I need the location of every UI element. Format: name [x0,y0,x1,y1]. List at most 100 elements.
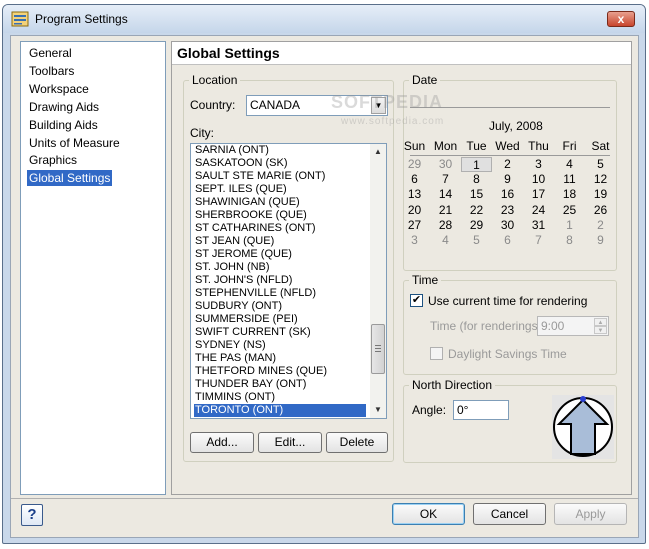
city-list-item[interactable]: TIMMINS (ONT) [194,391,366,404]
city-list-item[interactable]: SARNIA (ONT) [194,144,366,157]
city-list-item[interactable]: SHAWINIGAN (QUE) [194,196,366,209]
time-for-renderings-label: Time (for renderings): [430,319,545,333]
calendar-day[interactable]: 6 [492,233,523,248]
calendar-day[interactable]: 31 [523,218,554,233]
calendar-day[interactable]: 22 [461,203,492,218]
program-settings-window: Program Settings x General Toolbars Work… [2,4,646,544]
calendar-day[interactable]: 11 [554,172,585,187]
city-list[interactable]: SARNIA (ONT) SASKATOON (SK) SAULT STE MARI… [190,143,387,419]
calendar-day[interactable]: 30 [492,218,523,233]
city-list-item[interactable]: ST. JOHN (NB) [194,261,366,274]
nav-item-workspace[interactable]: Workspace [27,81,91,97]
city-list-item[interactable]: SEPT. ILES (QUE) [194,183,366,196]
nav-item-building-aids[interactable]: Building Aids [27,117,100,133]
location-group: Location Country: CANADA ▼ City: SARNIA … [183,73,394,462]
calendar-day[interactable]: 4 [554,157,585,172]
city-list-item[interactable]: STEPHENVILLE (NFLD) [194,287,366,300]
use-current-time-label: Use current time for rendering [428,294,588,308]
calendar-day[interactable]: 24 [523,203,554,218]
city-list-item[interactable]: TORONTO (ONT) [194,404,366,417]
calendar-day[interactable]: 6 [404,172,430,187]
edit-city-button[interactable]: Edit... [258,432,322,453]
calendar-day[interactable]: 13 [404,187,430,202]
calendar-day[interactable]: 29 [404,157,430,172]
scroll-up-icon[interactable]: ▲ [370,144,386,160]
city-list-item[interactable]: ST. JOHN'S (NFLD) [194,274,366,287]
angle-input[interactable]: 0° [453,400,509,420]
calendar-day[interactable]: 9 [492,172,523,187]
calendar-day[interactable]: 7 [430,172,461,187]
city-list-item[interactable]: SUMMERSIDE (PEI) [194,313,366,326]
cancel-button[interactable]: Cancel [473,503,546,525]
use-current-time-checkbox[interactable]: ✔ [410,294,423,307]
calendar-day[interactable]: 3 [523,157,554,172]
calendar-day[interactable]: 21 [430,203,461,218]
calendar-day[interactable]: 16 [492,187,523,202]
angle-value: 0° [457,403,469,417]
calendar-day[interactable]: 5 [585,157,616,172]
city-list-item[interactable]: THETFORD MINES (QUE) [194,365,366,378]
help-button[interactable]: ? [21,504,43,526]
calendar-day[interactable]: 17 [523,187,554,202]
calendar-day[interactable]: 19 [585,187,616,202]
title-bar[interactable]: Program Settings x [3,5,645,33]
calendar-day[interactable]: 3 [404,233,430,248]
apply-button[interactable]: Apply [554,503,627,525]
city-list-item[interactable]: THUNDER BAY (ONT) [194,378,366,391]
city-list-item[interactable]: SUDBURY (ONT) [194,300,366,313]
calendar-day[interactable]: 5 [461,233,492,248]
calendar-day[interactable]: 10 [523,172,554,187]
calendar-day[interactable]: 23 [492,203,523,218]
calendar-day[interactable]: 12 [585,172,616,187]
calendar-day[interactable]: 9 [585,233,616,248]
ok-button[interactable]: OK [392,503,465,525]
footer-divider [11,498,638,499]
city-list-item[interactable]: ST JEROME (QUE) [194,248,366,261]
spin-up-icon[interactable]: ▲ [594,318,607,326]
calendar-day[interactable]: 4 [430,233,461,248]
calendar-day[interactable]: 27 [404,218,430,233]
city-list-item[interactable]: SHERBROOKE (QUE) [194,209,366,222]
render-time-input[interactable]: 9:00 ▲ ▼ [537,316,609,336]
calendar-day[interactable]: 8 [461,172,492,187]
calendar-day[interactable]: 2 [492,157,523,172]
city-list-item[interactable]: THE PAS (MAN) [194,352,366,365]
calendar-day[interactable]: 1 [461,157,492,172]
city-list-item[interactable]: SYDNEY (NS) [194,339,366,352]
city-list-item[interactable]: ST CATHARINES (ONT) [194,222,366,235]
calendar-day[interactable]: 29 [461,218,492,233]
calendar-day[interactable]: 28 [430,218,461,233]
compass-icon[interactable] [552,395,614,459]
spin-down-icon[interactable]: ▼ [594,326,607,334]
nav-item-graphics[interactable]: Graphics [27,152,79,168]
nav-item-toolbars[interactable]: Toolbars [27,63,76,79]
calendar-day[interactable]: 14 [430,187,461,202]
city-list-scrollbar[interactable]: ▲ ▼ [370,144,386,418]
city-list-item[interactable]: TRAIL (BC) [194,417,366,418]
city-list-item[interactable]: SASKATOON (SK) [194,157,366,170]
close-button[interactable]: x [607,11,635,27]
calendar-day[interactable]: 20 [404,203,430,218]
calendar-day[interactable]: 18 [554,187,585,202]
calendar-day[interactable]: 25 [554,203,585,218]
calendar-day[interactable]: 30 [430,157,461,172]
calendar-day[interactable]: 8 [554,233,585,248]
delete-city-button[interactable]: Delete [326,432,388,453]
city-list-item[interactable]: SAULT STE MARIE (ONT) [194,170,366,183]
calendar-day[interactable]: 1 [554,218,585,233]
nav-item-general[interactable]: General [27,45,74,61]
nav-item-global-settings[interactable]: Global Settings [27,170,113,186]
window-title: Program Settings [35,12,128,26]
add-city-button[interactable]: Add... [190,432,254,453]
calendar-day[interactable]: 15 [461,187,492,202]
calendar-day[interactable]: 2 [585,218,616,233]
daylight-savings-checkbox[interactable] [430,347,443,360]
scrollbar-thumb[interactable] [371,324,385,374]
city-list-item[interactable]: ST JEAN (QUE) [194,235,366,248]
scroll-down-icon[interactable]: ▼ [370,402,386,418]
calendar-day[interactable]: 26 [585,203,616,218]
calendar-day[interactable]: 7 [523,233,554,248]
nav-item-units-of-measure[interactable]: Units of Measure [27,135,122,151]
nav-item-drawing-aids[interactable]: Drawing Aids [27,99,101,115]
city-list-item[interactable]: SWIFT CURRENT (SK) [194,326,366,339]
